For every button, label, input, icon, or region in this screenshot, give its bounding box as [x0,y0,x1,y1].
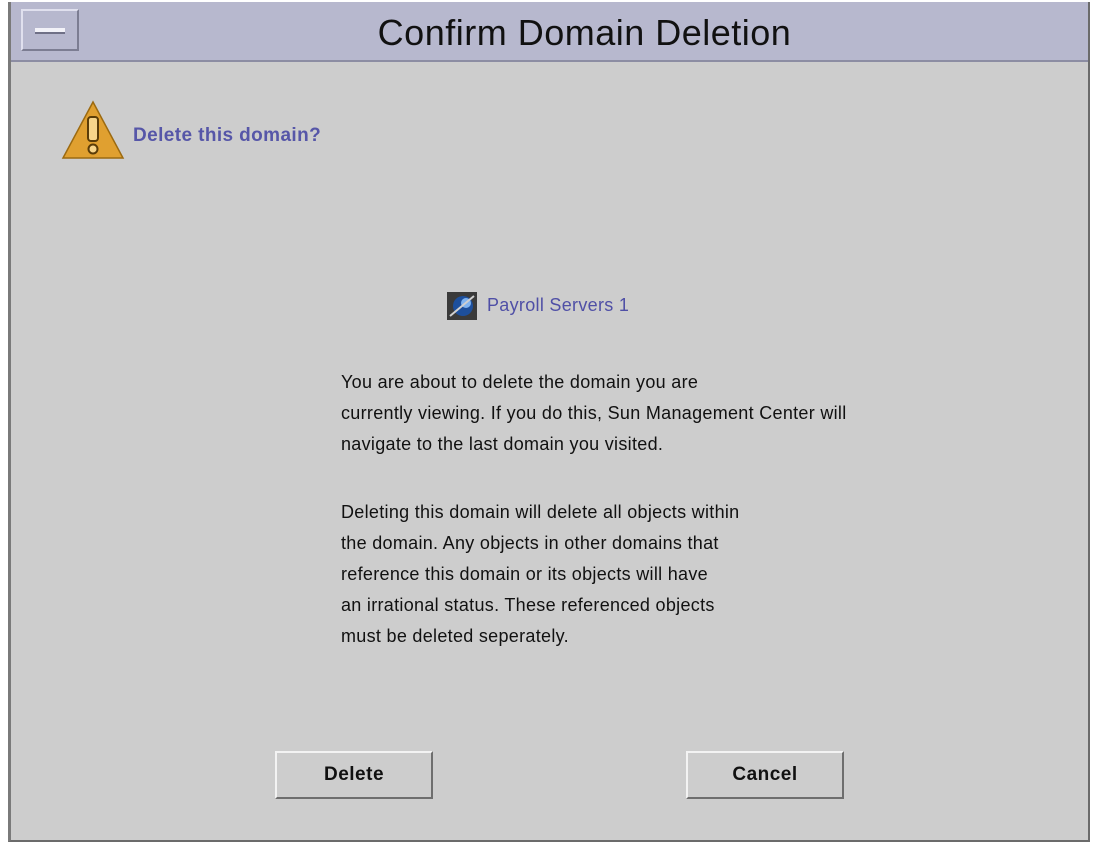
detail-message: Deleting this domain will delete all obj… [341,497,1071,652]
detail-line: reference this domain or its objects wil… [341,564,708,584]
title-bar[interactable]: Confirm Domain Deletion [11,2,1088,62]
warning-icon [61,100,125,159]
dialog-content: Delete this domain? Payroll Servers 1 Yo… [11,62,1088,840]
window-title: Confirm Domain Deletion [377,12,792,53]
delete-button[interactable]: Delete [275,751,433,799]
domain-globe-icon [447,292,477,320]
message-line: You are about to delete the domain you a… [341,372,699,392]
window-menu-button[interactable] [21,9,79,51]
message-line: currently viewing. If you do this, Sun M… [341,403,847,423]
confirmation-question: Delete this domain? [133,125,322,146]
dialog-window: Confirm Domain Deletion Delete this doma… [8,2,1090,842]
cancel-button[interactable]: Cancel [686,751,844,799]
window-menu-icon [35,28,65,34]
detail-line: must be deleted seperately. [341,626,569,646]
domain-name: Payroll Servers 1 [487,295,630,315]
warning-message: You are about to delete the domain you a… [341,367,1071,460]
detail-line: the domain. Any objects in other domains… [341,533,719,553]
detail-line: an irrational status. These referenced o… [341,595,715,615]
detail-line: Deleting this domain will delete all obj… [341,502,740,522]
message-line: navigate to the last domain you visited. [341,434,664,454]
